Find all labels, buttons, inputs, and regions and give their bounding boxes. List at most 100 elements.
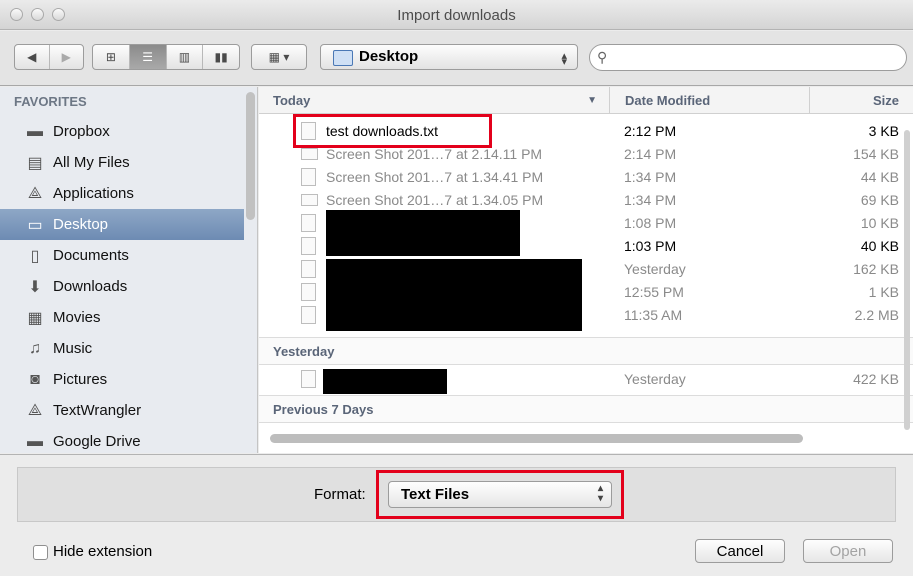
column-header-name[interactable]: Today ▼ [259,87,609,114]
list-view-button[interactable]: ☰ [129,45,167,69]
file-size: 40 KB [860,238,899,254]
file-list: Today ▼ Date Modified Size test download… [259,87,913,453]
folder-icon: ▬ [27,122,43,140]
image-file-icon [301,168,316,186]
sidebar-scrollbar[interactable] [246,92,255,220]
icon-view-button[interactable]: ⊞ [93,45,130,69]
sidebar-item-label: Downloads [53,278,128,295]
arrange-icon: ▦ ▾ [268,50,290,64]
file-size: 44 KB [860,169,899,185]
horizontal-scrollbar[interactable] [270,434,803,443]
nav-segment: ◀ ▶ [14,44,84,70]
sidebar-item-desktop[interactable]: ▭ Desktop [0,209,244,240]
folder-icon: ▬ [27,432,43,450]
column-view-button[interactable]: ▥ [167,45,204,69]
pictures-icon: ◙ [30,370,40,388]
desktop-folder-icon [333,50,353,66]
highlight-box [293,114,492,148]
sidebar-item-label: Dropbox [53,123,110,140]
file-date: 11:35 AM [624,307,683,323]
all-files-icon: ▤ [27,154,43,172]
forward-button[interactable]: ▶ [50,45,84,69]
file-date: 1:34 PM [624,192,677,208]
column-header-date[interactable]: Date Modified [609,87,809,114]
redacted-block [323,369,447,394]
file-size: 1 KB [868,284,899,300]
forward-arrow-icon: ▶ [61,50,71,64]
highlight-box [376,470,624,519]
back-arrow-icon: ◀ [27,50,37,64]
file-date: 12:55 PM [624,284,684,300]
column-view-icon: ▥ [178,50,191,64]
section-header-previous-7-days: Previous 7 Days [259,395,913,423]
sidebar-item-textwrangler[interactable]: ⟁ TextWrangler [0,395,244,426]
updown-arrows-icon-lower: ▾ [561,56,567,68]
file-size: 162 KB [853,261,899,277]
sidebar-item-label: Applications [53,185,134,202]
coverflow-view-icon: ▮▮ [214,50,228,64]
icon-view-icon: ⊞ [105,50,116,64]
sidebar-item-label: Pictures [53,371,108,388]
sidebar-heading: FAVORITES [14,94,87,109]
table-row[interactable]: Screen Shot 201…7 at 1.34.41 PM 1:34 PM … [259,166,913,189]
document-file-icon [301,370,316,388]
sidebar-item-label: Desktop [53,216,109,233]
sidebar-item-applications[interactable]: ⟁ Applications [0,178,244,209]
movies-icon: ▦ [27,309,43,327]
arrange-popup[interactable]: ▦ ▾ [251,44,307,70]
document-file-icon [301,260,316,278]
section-header-yesterday: Yesterday [259,337,913,365]
hide-extension-checkbox[interactable] [33,545,48,560]
location-popup[interactable]: Desktop ▴ ▾ [320,44,578,70]
column-header-size[interactable]: Size [809,87,913,114]
music-icon: ♫ [29,339,41,357]
image-file-icon [301,194,318,206]
sidebar-item-label: Documents [53,247,129,264]
sidebar-item-music[interactable]: ♫ Music [0,333,244,364]
sidebar-item-google-drive[interactable]: ▬ Google Drive [0,426,244,453]
file-size: 422 KB [853,371,899,387]
documents-icon: ▯ [30,247,40,265]
view-mode-segment: ⊞ ☰ ▥ ▮▮ [92,44,240,70]
coverflow-view-button[interactable]: ▮▮ [203,45,239,69]
file-date: 2:14 PM [624,146,677,162]
redacted-block [326,210,520,256]
table-row[interactable]: Screen Shot 201…7 at 1.34.05 PM 1:34 PM … [259,189,913,212]
cancel-button[interactable]: Cancel [695,539,785,563]
sidebar-item-label: Music [53,340,93,357]
file-name: Screen Shot 201…7 at 1.34.41 PM [326,169,544,185]
sidebar: FAVORITES ▬ Dropbox ▤ All My Files ⟁ Applic… [0,87,258,453]
search-input[interactable]: ⚲ [589,44,907,71]
title-bar: Import downloads [0,0,913,30]
format-label: Format: [314,486,366,503]
file-size: 2.2 MB [854,307,899,323]
redacted-block [326,259,582,331]
sidebar-item-all-my-files[interactable]: ▤ All My Files [0,147,244,178]
sidebar-item-documents[interactable]: ▯ Documents [0,240,244,271]
open-button[interactable]: Open [803,539,893,563]
file-name: Screen Shot 201…7 at 2.14.11 PM [326,146,543,162]
back-button[interactable]: ◀ [15,45,50,69]
archive-file-icon [301,214,316,232]
image-file-icon [301,148,318,160]
file-name: Screen Shot 201…7 at 1.34.05 PM [326,192,544,208]
vertical-scrollbar[interactable] [904,130,910,430]
sidebar-item-label: Google Drive [53,433,141,450]
document-file-icon [301,283,316,301]
list-view-icon: ☰ [142,50,153,64]
column-header-name-label: Today [273,93,311,108]
sidebar-item-downloads[interactable]: ⬇ Downloads [0,271,244,302]
desktop-icon: ▭ [27,216,43,234]
document-file-icon [301,306,316,324]
search-icon: ⚲ [597,49,608,65]
file-date: Yesterday [624,261,686,277]
applications-icon: ⟁ [27,184,43,202]
file-size: 10 KB [860,215,899,231]
window-title: Import downloads [397,7,516,24]
file-size: 69 KB [860,192,899,208]
sidebar-item-movies[interactable]: ▦ Movies [0,302,244,333]
sidebar-item-pictures[interactable]: ◙ Pictures [0,364,244,395]
file-date: 1:08 PM [624,215,677,231]
sidebar-item-dropbox[interactable]: ▬ Dropbox [0,116,244,147]
location-label: Desktop [359,48,419,65]
